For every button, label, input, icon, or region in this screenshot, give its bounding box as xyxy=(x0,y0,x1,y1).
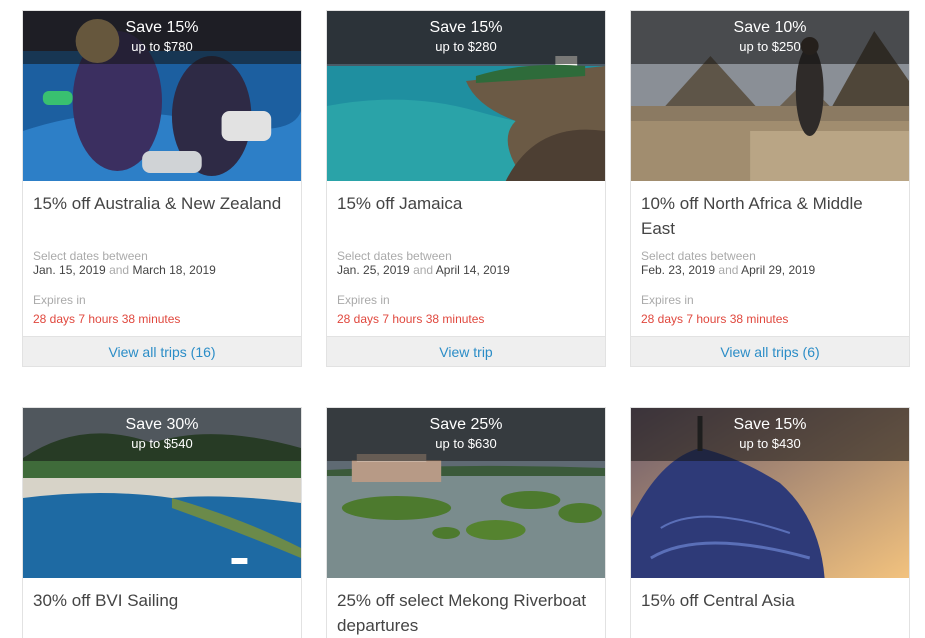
deal-card-mekong[interactable]: Save 25% up to $630 25% off select Mekon… xyxy=(326,407,606,638)
date-end: March 18, 2019 xyxy=(132,263,216,277)
deal-photo-snorkelers[interactable]: Save 15% up to $780 xyxy=(23,11,301,181)
badge-save: Save 15% xyxy=(125,19,199,36)
view-trip-link[interactable]: View trip xyxy=(327,336,605,366)
expires-label: Expires in xyxy=(33,293,86,307)
date-start: Jan. 25, 2019 xyxy=(337,263,410,277)
badge-save: Save 25% xyxy=(429,416,503,433)
date-range: Jan. 25, 2019 and April 14, 2019 xyxy=(337,263,595,277)
deal-title[interactable]: 30% off BVI Sailing xyxy=(33,588,291,638)
badge-save: Save 15% xyxy=(733,416,807,433)
deal-photo-mosque-dome[interactable]: Save 15% up to $430 xyxy=(631,408,909,578)
expires-label: Expires in xyxy=(641,293,694,307)
badge-upto: up to $250 xyxy=(739,39,801,54)
date-and: and xyxy=(718,263,739,277)
deal-card-jamaica[interactable]: Save 15% up to $280 15% off Jamaica Sele… xyxy=(326,10,606,367)
dates-label: Select dates between xyxy=(337,249,452,263)
deal-title[interactable]: 10% off North Africa & Middle East xyxy=(641,191,899,243)
discount-badge: Save 15% up to $780 xyxy=(23,11,301,64)
date-start: Jan. 15, 2019 xyxy=(33,263,106,277)
deal-photo-bvi-bay[interactable]: Save 30% up to $540 xyxy=(23,408,301,578)
deal-photo-pyramids[interactable]: Save 10% up to $250 xyxy=(631,11,909,181)
date-and: and xyxy=(109,263,130,277)
deal-title[interactable]: 15% off Jamaica xyxy=(337,191,595,243)
deal-card-north-africa[interactable]: Save 10% up to $250 10% off North Africa… xyxy=(630,10,910,367)
deal-card-bvi-sailing[interactable]: Save 30% up to $540 30% off BVI Sailing xyxy=(22,407,302,638)
discount-badge: Save 30% up to $540 xyxy=(23,408,301,461)
deal-title[interactable]: 15% off Central Asia xyxy=(641,588,899,638)
discount-badge: Save 25% up to $630 xyxy=(327,408,605,461)
date-end: April 29, 2019 xyxy=(741,263,816,277)
badge-upto: up to $280 xyxy=(435,39,497,54)
badge-upto: up to $780 xyxy=(131,39,193,54)
discount-badge: Save 10% up to $250 xyxy=(631,11,909,64)
badge-upto: up to $540 xyxy=(131,436,193,451)
expires-countdown: 28 days 7 hours 38 minutes xyxy=(337,312,485,326)
date-range: Feb. 23, 2019 and April 29, 2019 xyxy=(641,263,899,277)
view-trips-link[interactable]: View all trips (6) xyxy=(631,336,909,366)
badge-save: Save 10% xyxy=(733,19,807,36)
deal-card-central-asia[interactable]: Save 15% up to $430 15% off Central Asia xyxy=(630,407,910,638)
badge-upto: up to $430 xyxy=(739,436,801,451)
date-range: Jan. 15, 2019 and March 18, 2019 xyxy=(33,263,291,277)
deal-card-australia[interactable]: Save 15% up to $780 15% off Australia & … xyxy=(22,10,302,367)
date-and: and xyxy=(413,263,434,277)
expires-countdown: 28 days 7 hours 38 minutes xyxy=(641,312,789,326)
deal-photo-mekong-river[interactable]: Save 25% up to $630 xyxy=(327,408,605,578)
discount-badge: Save 15% up to $430 xyxy=(631,408,909,461)
badge-upto: up to $630 xyxy=(435,436,497,451)
expires-label: Expires in xyxy=(337,293,390,307)
deal-photo-jamaica-coast[interactable]: Save 15% up to $280 xyxy=(327,11,605,181)
badge-save: Save 30% xyxy=(125,416,199,433)
dates-label: Select dates between xyxy=(641,249,756,263)
discount-badge: Save 15% up to $280 xyxy=(327,11,605,64)
dates-label: Select dates between xyxy=(33,249,148,263)
date-start: Feb. 23, 2019 xyxy=(641,263,716,277)
deal-title[interactable]: 15% off Australia & New Zealand xyxy=(33,191,291,243)
badge-save: Save 15% xyxy=(429,19,503,36)
expires-countdown: 28 days 7 hours 38 minutes xyxy=(33,312,181,326)
date-end: April 14, 2019 xyxy=(435,263,510,277)
view-trips-link[interactable]: View all trips (16) xyxy=(23,336,301,366)
deal-title[interactable]: 25% off select Mekong Riverboat departur… xyxy=(337,588,595,638)
